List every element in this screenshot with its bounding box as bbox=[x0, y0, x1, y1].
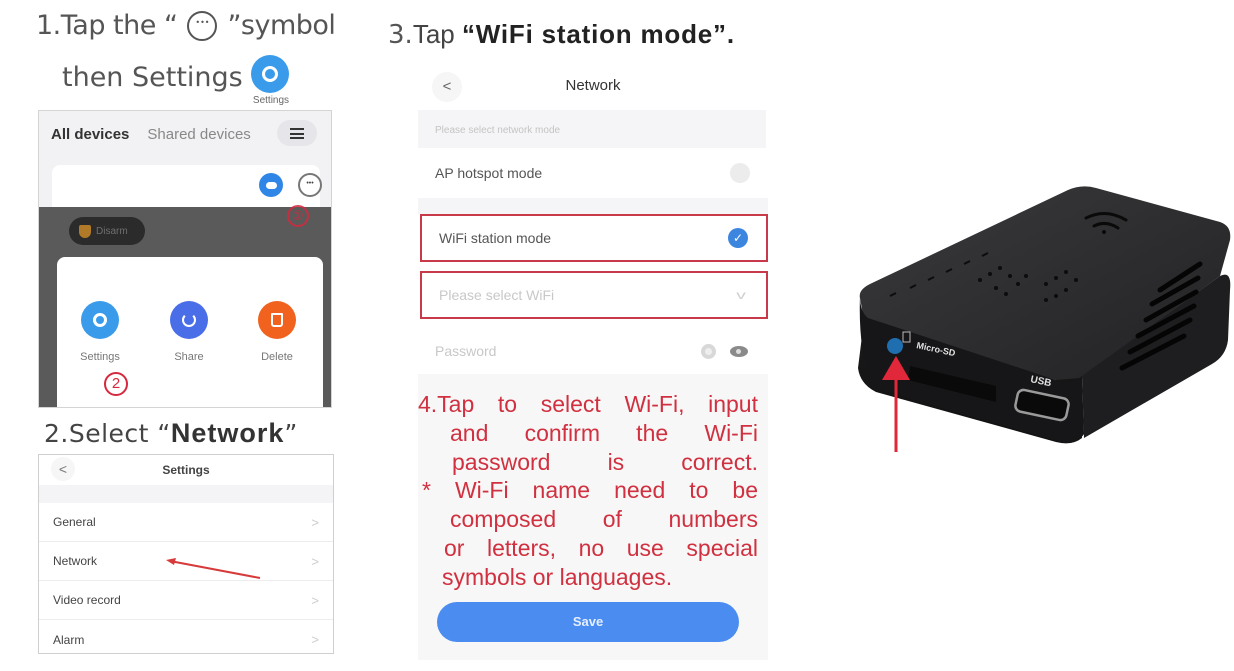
cloud-icon[interactable] bbox=[259, 173, 283, 197]
step4-line: * Wi-Fi name need to be bbox=[422, 477, 758, 504]
network-mode-hint: Please select network mode bbox=[418, 110, 766, 148]
step4-line: 4.Tap to select Wi-Fi, input bbox=[418, 391, 758, 417]
settings-gear-icon bbox=[251, 55, 289, 93]
settings-action-label: Settings bbox=[80, 351, 120, 363]
step2-heading: 2.Select “Network” bbox=[44, 418, 298, 449]
step3-heading-text: Tap bbox=[412, 19, 462, 49]
delete-action[interactable]: Delete bbox=[242, 301, 312, 363]
step2-heading-bold: Network bbox=[170, 418, 285, 448]
radio-unchecked-icon[interactable] bbox=[730, 163, 750, 183]
password-field[interactable]: Password bbox=[418, 326, 768, 376]
step1-subheading: then Settings bbox=[62, 62, 243, 93]
device-list-screen: All devices Shared devices ••• ① Disarm … bbox=[38, 110, 332, 408]
pointer-arrow-icon bbox=[166, 558, 261, 579]
settings-item-general[interactable]: General > bbox=[39, 503, 333, 542]
chevron-right-icon: > bbox=[311, 632, 319, 647]
share-icon bbox=[170, 301, 208, 339]
wifi-select-placeholder: Please select WiFi bbox=[439, 287, 555, 303]
section-gap bbox=[418, 198, 768, 214]
chevron-right-icon: > bbox=[311, 514, 319, 530]
share-action[interactable]: Share bbox=[154, 301, 224, 363]
step3-heading: 3.Tap “WiFi station mode”. bbox=[388, 19, 735, 50]
step4-line: symbols or languages. bbox=[442, 563, 673, 590]
checkmark-icon[interactable]: ✓ bbox=[728, 228, 748, 248]
settings-screen: < Settings General > Network > Video rec… bbox=[38, 454, 334, 654]
eye-icon[interactable] bbox=[730, 345, 748, 357]
settings-item-label: Network bbox=[53, 554, 98, 568]
section-gap bbox=[39, 485, 333, 503]
step1-heading-suffix: ”symbol bbox=[227, 10, 336, 41]
chevron-right-icon: > bbox=[311, 553, 319, 569]
shield-icon bbox=[79, 224, 91, 238]
status-indicator-light bbox=[887, 338, 903, 354]
save-button[interactable]: Save bbox=[437, 602, 739, 642]
step3-heading-bold: “WiFi station mode”. bbox=[461, 19, 735, 49]
step3-number: 3. bbox=[388, 20, 413, 50]
tab-shared-devices[interactable]: Shared devices bbox=[147, 126, 250, 143]
network-screen: < Network Please select network mode AP … bbox=[418, 66, 768, 660]
settings-item-video-record[interactable]: Video record > bbox=[39, 581, 333, 620]
gear-icon bbox=[81, 301, 119, 339]
camera-device-illustration: Micro-SD USB bbox=[858, 186, 1231, 452]
more-horizontal-circle-icon bbox=[187, 10, 218, 41]
step2-heading-prefix: 2.Select “ bbox=[44, 419, 171, 448]
wifi-station-mode-label: WiFi station mode bbox=[439, 230, 552, 246]
trash-icon bbox=[258, 301, 296, 339]
step4-instructions: 4.Tap to select Wi-Fi, input and confirm… bbox=[418, 390, 758, 592]
ap-hotspot-mode-label: AP hotspot mode bbox=[435, 165, 543, 181]
settings-item-label: Video record bbox=[53, 593, 121, 607]
step1-heading: 1.Tap the “ ”symbol bbox=[36, 10, 336, 41]
wifi-station-mode-option[interactable]: WiFi station mode ✓ bbox=[420, 214, 768, 262]
password-placeholder: Password bbox=[435, 343, 497, 359]
hamburger-icon bbox=[290, 127, 304, 139]
action-sheet: Settings Share Delete 2 bbox=[57, 257, 323, 407]
step4-line: password is correct. bbox=[452, 448, 758, 475]
delete-action-label: Delete bbox=[261, 351, 293, 363]
settings-item-label: General bbox=[53, 515, 96, 529]
back-button[interactable]: < bbox=[51, 457, 75, 481]
settings-item-label: Alarm bbox=[53, 632, 85, 647]
step2-heading-suffix: ” bbox=[284, 419, 298, 448]
settings-item-alarm[interactable]: Alarm > bbox=[39, 620, 333, 653]
step4-line: composed of numbers bbox=[450, 506, 758, 533]
clear-icon[interactable] bbox=[701, 343, 716, 359]
settings-header: < Settings bbox=[39, 455, 333, 485]
share-action-label: Share bbox=[174, 351, 204, 363]
step4-line: and confirm the Wi-Fi bbox=[450, 419, 758, 446]
tab-all-devices[interactable]: All devices bbox=[51, 126, 129, 143]
settings-title: Settings bbox=[162, 463, 210, 477]
chevron-right-icon: > bbox=[311, 592, 319, 608]
ap-hotspot-mode-option[interactable]: AP hotspot mode bbox=[418, 148, 768, 198]
step-marker-1: ① bbox=[287, 205, 309, 227]
step1-heading-prefix: 1.Tap the “ bbox=[36, 10, 178, 41]
step4-line: or letters, no use special bbox=[444, 534, 758, 561]
menu-button[interactable] bbox=[277, 120, 317, 146]
network-title: Network bbox=[565, 77, 621, 94]
wifi-select-dropdown[interactable]: Please select WiFi v bbox=[420, 271, 768, 319]
settings-action[interactable]: Settings bbox=[65, 301, 135, 363]
more-icon[interactable]: ••• bbox=[298, 173, 322, 197]
disarm-label: Disarm bbox=[96, 225, 128, 237]
chevron-down-icon: v bbox=[736, 288, 746, 302]
settings-badge-label: Settings bbox=[252, 95, 290, 106]
step-marker-2: 2 bbox=[104, 372, 128, 396]
disarm-button[interactable]: Disarm bbox=[69, 217, 145, 245]
